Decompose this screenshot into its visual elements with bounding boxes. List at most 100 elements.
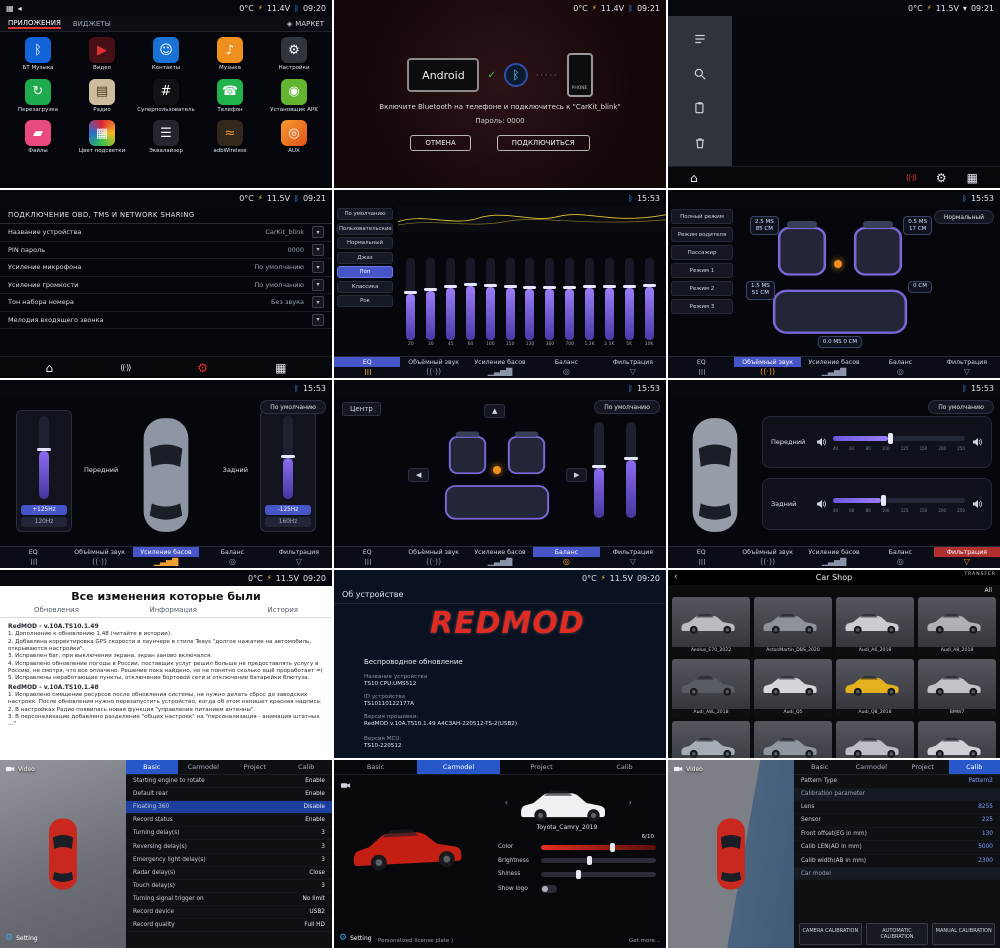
chevron-down-icon[interactable]: ▾	[312, 226, 324, 238]
tab-basic[interactable]: Basic	[794, 760, 846, 774]
settings-row[interactable]: Reversing delay(s)3	[126, 840, 332, 853]
app-bt-music[interactable]: ᛒБТ Музыка	[6, 37, 70, 72]
eq-band-slider[interactable]	[506, 258, 515, 340]
tab-surround[interactable]: Объёмный звук((·))	[400, 357, 466, 378]
tab-filter[interactable]: Фильтрация▽	[266, 547, 332, 568]
broadcast-icon[interactable]: ((·))	[906, 173, 916, 182]
app-contacts[interactable]: ☺Контакты	[134, 37, 198, 72]
settings-row[interactable]: Starting engine to rotateEnable	[126, 775, 332, 788]
settings-row[interactable]: Radar delay(s)Close	[126, 867, 332, 880]
car-card[interactable]: AstonMartin_DBS_2020	[754, 597, 832, 655]
rear-filter-slider[interactable]: 406080100125150200250	[833, 493, 965, 515]
app-radio[interactable]: ▤Радио	[70, 79, 134, 114]
calib-row[interactable]: Front offset(EG in mm)130	[794, 828, 1000, 842]
app-superuser[interactable]: #Суперпользователь	[134, 79, 198, 114]
app-adb-wireless[interactable]: ≈adbWireless	[198, 120, 262, 155]
delete-button[interactable]	[682, 130, 718, 156]
tab-carmodel[interactable]: Carmodel	[417, 760, 500, 774]
setting-label[interactable]: ⚙Setting	[5, 933, 38, 943]
chevron-down-icon[interactable]: ▾	[312, 244, 324, 256]
app-files[interactable]: ▰Файлы	[6, 120, 70, 155]
car-card[interactable]: Audi_Q8_2018	[836, 659, 914, 717]
car-card[interactable]: BMW7	[918, 659, 996, 717]
settings-row[interactable]: Усиление микрофонаПо умолчанию▾	[0, 259, 332, 277]
apps-grid-icon[interactable]: ▦	[6, 4, 14, 13]
setting-label[interactable]: ⚙Setting	[339, 933, 372, 943]
settings-row[interactable]: Record deviceUSB2	[126, 906, 332, 919]
up-arrow-button[interactable]: ▲	[484, 404, 505, 418]
manual-calibration-button[interactable]: MANUAL CALIBRATION	[932, 923, 995, 945]
tab-eq[interactable]: EQ☰	[334, 547, 400, 568]
tab-balance[interactable]: Баланс◎	[867, 547, 933, 568]
tab-balance[interactable]: Баланс◎	[867, 357, 933, 378]
tab-project[interactable]: Project	[897, 760, 949, 774]
calib-row[interactable]: Lens8255	[794, 801, 1000, 815]
settings-row[interactable]: PIN пароль0000▾	[0, 242, 332, 260]
car-card[interactable]: Audi_Q5	[754, 659, 832, 717]
tab-balance[interactable]: Баланс◎	[533, 357, 599, 378]
ota-update-link[interactable]: Беспроводное обновление	[364, 658, 463, 666]
car-card[interactable]	[918, 721, 996, 758]
tab-applications[interactable]: ПРИЛОЖЕНИЯ	[8, 19, 61, 29]
tab-basic[interactable]: Basic	[126, 760, 178, 774]
app-phone[interactable]: ☎Телефон	[198, 79, 262, 114]
get-more-link[interactable]: Get more...	[629, 938, 660, 944]
tab-bass[interactable]: Усиление басов▁▃▅▇	[133, 547, 199, 568]
car-card[interactable]: Audi_A8L_2018	[672, 659, 750, 717]
settings-row[interactable]: Touch delay(s)3	[126, 880, 332, 893]
license-plate-link[interactable]: Personalized license plate )	[378, 938, 453, 944]
tab-balance[interactable]: Баланс◎	[199, 547, 265, 568]
car-card[interactable]: Audi_A6_2018	[836, 597, 914, 655]
tab-surround[interactable]: Объёмный звук((·))	[66, 547, 132, 568]
chevron-down-icon[interactable]: ▾	[312, 279, 324, 291]
eq-band-slider[interactable]	[406, 258, 415, 340]
settings-row[interactable]: Record qualityFull HD	[126, 919, 332, 932]
tab-bass[interactable]: Усиление басов▁▃▅▇	[467, 547, 533, 568]
prev-car-chevron[interactable]: ‹	[505, 798, 508, 807]
tab-bass[interactable]: Усиление басов▁▃▅▇	[801, 547, 867, 568]
tab-project[interactable]: Project	[500, 760, 583, 774]
mode-driver[interactable]: Режим водителя	[671, 227, 733, 242]
tab-carmodel[interactable]: Carmodel	[846, 760, 898, 774]
tab-project[interactable]: Project	[229, 760, 281, 774]
surround-preset-dropdown[interactable]: Нормальный	[934, 210, 994, 224]
tab-filter[interactable]: Фильтрация▽	[934, 357, 1000, 378]
settings-row[interactable]: Название устройстваCarKit_blink▾	[0, 224, 332, 242]
chevron-down-icon[interactable]: ▾	[312, 314, 324, 326]
seat-map[interactable]	[438, 426, 556, 526]
filter-all-dropdown[interactable]: All	[985, 587, 992, 594]
app-aux[interactable]: ◎AUX	[262, 120, 326, 155]
app-reboot[interactable]: ↻Перезагрузка	[6, 79, 70, 114]
rear-freq-button[interactable]: 160Hz	[265, 517, 311, 527]
next-car-chevron[interactable]: ›	[629, 798, 632, 807]
shiness-slider[interactable]	[541, 872, 656, 877]
tab-eq[interactable]: EQ☰	[668, 547, 734, 568]
car-card[interactable]: Audi_A8_2018	[918, 597, 996, 655]
preset-classic[interactable]: Классика	[337, 281, 393, 293]
search-button[interactable]	[682, 61, 718, 87]
settings-row[interactable]: Emergency light delay(s)3	[126, 854, 332, 867]
front-freq-button-active[interactable]: +125Hz	[21, 505, 67, 515]
tab-calib[interactable]: Calib	[583, 760, 666, 774]
tab-eq[interactable]: EQ☰	[334, 357, 400, 378]
eq-band-slider[interactable]	[426, 258, 435, 340]
reset-default-button[interactable]: По умолчанию	[594, 400, 660, 414]
chevron-down-icon[interactable]: ▾	[312, 296, 324, 308]
preset-pop[interactable]: Поп	[337, 266, 393, 278]
front-freq-button[interactable]: 120Hz	[21, 517, 67, 527]
app-music[interactable]: ♪Музыка	[198, 37, 262, 72]
reset-default-button[interactable]: По умолчанию	[260, 400, 326, 414]
car-card[interactable]	[754, 721, 832, 758]
tab-basic[interactable]: Basic	[334, 760, 417, 774]
tab-filter[interactable]: Фильтрация▽	[934, 547, 1000, 568]
tab-eq[interactable]: EQ☰	[0, 547, 66, 568]
settings-row[interactable]: Тон набора номераБез звука▾	[0, 294, 332, 312]
car-card[interactable]	[672, 721, 750, 758]
color-slider[interactable]	[541, 845, 656, 850]
tab-filter[interactable]: Фильтрация▽	[600, 547, 666, 568]
back-chevron-icon[interactable]: ‹	[674, 572, 678, 582]
settings-row[interactable]: Turning delay(s)3	[126, 827, 332, 840]
tab-eq[interactable]: EQ☰	[668, 357, 734, 378]
tab-bass[interactable]: Усиление басов▁▃▅▇	[801, 357, 867, 378]
center-button[interactable]: Центр	[342, 402, 381, 416]
